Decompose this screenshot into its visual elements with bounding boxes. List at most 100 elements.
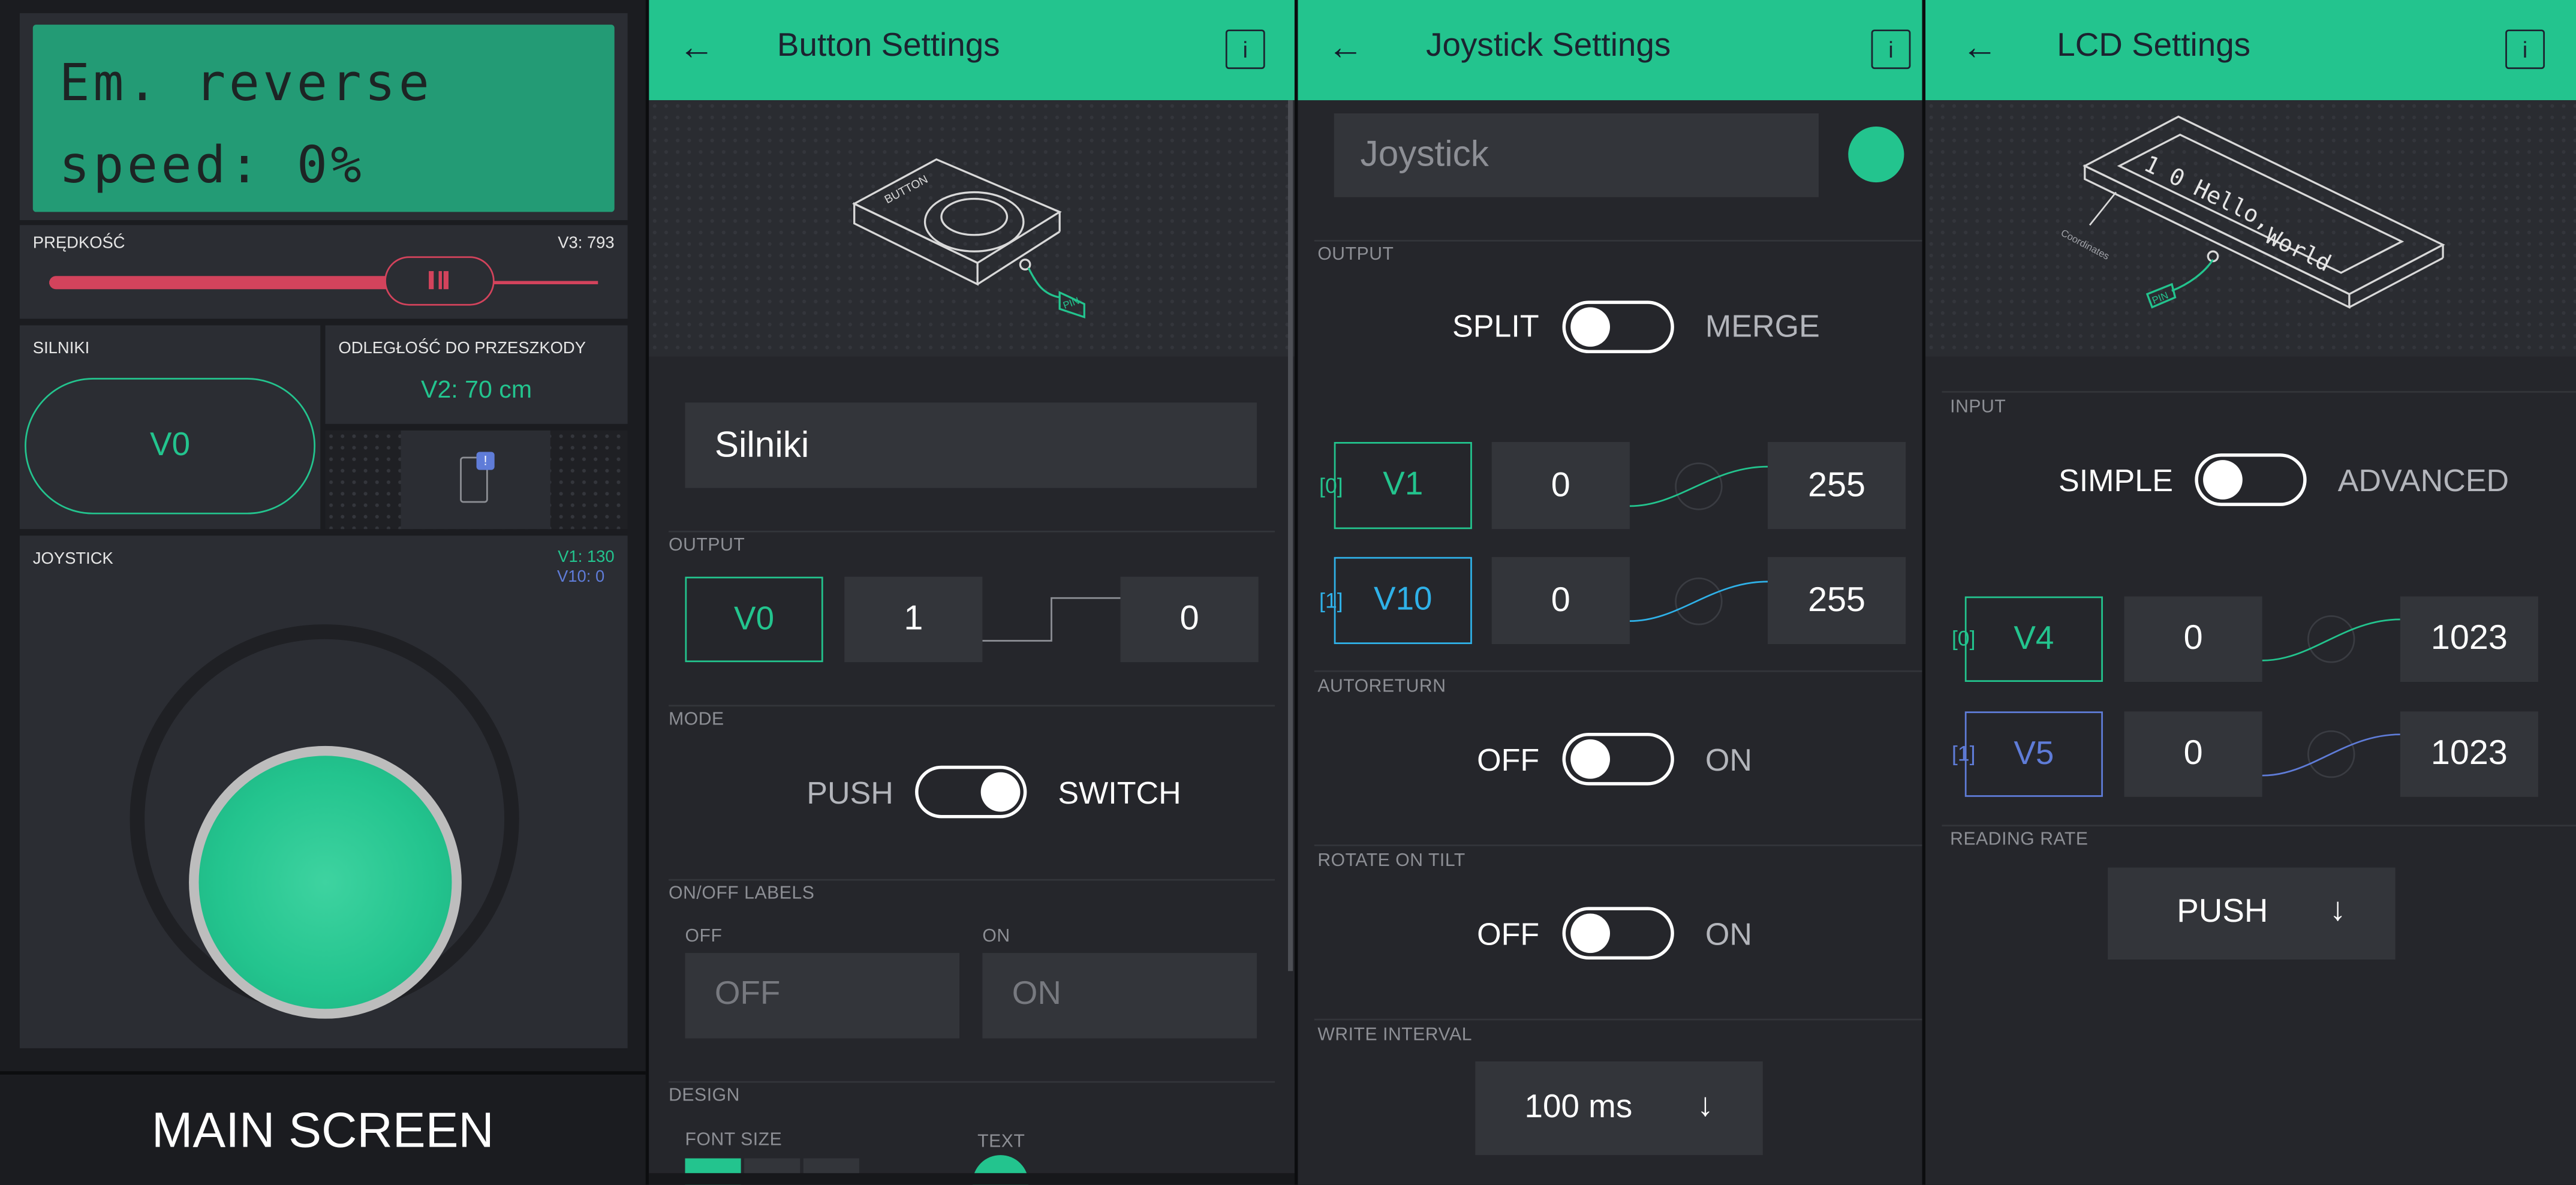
divider	[1314, 240, 1922, 242]
silniki-button-widget: SILNIKI V0	[19, 325, 321, 530]
design-label: DESIGN	[669, 1086, 740, 1106]
output-pin-value: V0	[734, 601, 775, 638]
x-min-value[interactable]: 0	[1491, 442, 1630, 530]
rotate-label: ROTATE ON TILT	[1317, 851, 1465, 871]
divider	[669, 1081, 1275, 1083]
slider-value: V3: 793	[558, 234, 615, 253]
y-min-value[interactable]: 0	[1491, 557, 1630, 645]
pin-selector-x[interactable]: V1	[1334, 442, 1472, 530]
scrollbar[interactable]	[1288, 100, 1293, 972]
y-max-value[interactable]: 255	[1768, 557, 1906, 645]
output-label: OUTPUT	[1317, 245, 1394, 265]
silniki-button[interactable]: V0	[25, 378, 316, 515]
slider-grip-icon	[429, 271, 449, 290]
lcd-illustration-text-1: 1 0 Hello,	[2139, 151, 2276, 236]
info-icon[interactable]: i	[1225, 29, 1265, 70]
font-size-label: FONT SIZE	[685, 1130, 783, 1150]
speed-slider-widget: PRĘDKOŚĆ V3: 793	[19, 225, 628, 319]
input-label: INPUT	[1950, 398, 2006, 417]
distance-value: V2: 70 cm	[421, 376, 532, 404]
on-label-placeholder: ON	[1012, 976, 1061, 1012]
on-label-input[interactable]: ON	[982, 953, 1257, 1039]
silniki-button-label: V0	[150, 427, 191, 464]
lcd-pin-selector-1[interactable]: V5	[1964, 711, 2103, 797]
rotate-off-label: OFF	[1477, 918, 1540, 954]
lcd-settings-title: LCD Settings	[2057, 28, 2251, 64]
button-name-input[interactable]: Silniki	[685, 402, 1257, 488]
autoreturn-on-label: ON	[1705, 744, 1752, 779]
x-max-value[interactable]: 255	[1768, 442, 1906, 530]
distance-widget: ODLEGŁOŚĆ DO PRZESZKODY V2: 70 cm	[325, 325, 628, 424]
joystick-knob[interactable]	[189, 745, 462, 1019]
main-screen-caption-bar: MAIN SCREEN	[0, 1071, 646, 1185]
distance-label: ODLEGŁOŚĆ DO PRZESZKODY	[338, 340, 586, 359]
back-arrow-icon[interactable]: ←	[1328, 26, 1364, 69]
joystick-settings-header: ← Joystick Settings i	[1298, 0, 1922, 101]
slider-handle[interactable]	[384, 256, 495, 306]
button-illustration: BUTTON PIN	[649, 100, 1295, 357]
output-low-value[interactable]: 1	[844, 576, 983, 663]
mode-toggle[interactable]	[915, 765, 1027, 819]
lcd-line-2: speed: 0%	[59, 136, 365, 196]
joystick-color-swatch[interactable]	[1848, 126, 1904, 183]
notification-widget[interactable]: !	[401, 430, 550, 530]
joystick-v10-value: V10: 0	[557, 568, 605, 587]
button-name-value: Silniki	[714, 423, 809, 465]
divider	[1314, 1018, 1922, 1021]
main-screen-panel: Em. reverse speed: 0% PRĘDKOŚĆ V3: 793 S…	[0, 0, 646, 1185]
button-settings-title: Button Settings	[777, 28, 1000, 64]
lcd-line-1: Em. reverse	[59, 54, 433, 114]
slider-fill	[49, 276, 428, 290]
text-color-label: TEXT	[977, 1132, 1025, 1152]
lcd-pin-0-curve	[2262, 615, 2400, 663]
joystick-v1-value: V1: 130	[558, 549, 615, 567]
back-arrow-icon[interactable]: ←	[679, 26, 715, 69]
lcd-pin-1-max[interactable]: 1023	[2400, 711, 2538, 797]
back-arrow-icon[interactable]: ←	[1961, 26, 1997, 69]
mode-label: MODE	[669, 709, 724, 730]
joystick-settings-title: Joystick Settings	[1426, 28, 1671, 64]
lcd-screen: Em. reverse speed: 0%	[32, 25, 615, 212]
autoreturn-toggle[interactable]	[1562, 732, 1674, 786]
mode-switch-label: SWITCH	[1058, 777, 1181, 812]
pin-illustration-label: PIN	[1062, 296, 1081, 311]
reading-rate-dropdown[interactable]: PUSH ↓	[2108, 867, 2396, 960]
lcd-pin-0-max[interactable]: 1023	[2400, 596, 2538, 682]
lcd-pin-0-value: V4	[2014, 621, 2054, 657]
split-merge-toggle[interactable]	[1562, 300, 1674, 354]
output-high-value[interactable]: 0	[1120, 576, 1259, 663]
on-label-caption: ON	[982, 927, 1010, 947]
arrow-down-icon: ↓	[2330, 892, 2346, 928]
info-icon[interactable]: i	[2505, 29, 2545, 70]
bottom-bar	[649, 1173, 1295, 1185]
output-label: OUTPUT	[669, 536, 745, 556]
button-settings-panel: ← Button Settings i BUTTON PIN Silniki O…	[649, 0, 1295, 1185]
pin-selector-y[interactable]: V10	[1334, 557, 1472, 645]
lcd-pin-selector-0[interactable]: V4	[1964, 596, 2103, 682]
joystick-name-placeholder: Joystick	[1360, 133, 1489, 175]
lcd-pin-0-min[interactable]: 0	[2124, 596, 2262, 682]
divider	[1942, 391, 2576, 393]
info-icon[interactable]: i	[1871, 29, 1911, 70]
lcd-illustration: 1 0 Hello, World Coordinates PIN	[1925, 100, 2576, 357]
lcd-settings-panel: ← LCD Settings i 1 0 Hello, World Coordi…	[1925, 0, 2576, 1185]
simple-advanced-toggle[interactable]	[2195, 453, 2307, 506]
merge-label: MERGE	[1705, 310, 1820, 345]
lcd-widget: Em. reverse speed: 0%	[19, 13, 628, 221]
lcd-pin-1-value: V5	[2014, 736, 2054, 772]
off-label-caption: OFF	[685, 927, 723, 947]
pin-y-value: V10	[1374, 581, 1433, 618]
slider-label: PRĘDKOŚĆ	[32, 234, 125, 253]
write-interval-dropdown[interactable]: 100 ms ↓	[1475, 1061, 1763, 1156]
x-curve-graph	[1629, 462, 1768, 510]
rotate-toggle[interactable]	[1562, 907, 1674, 960]
lcd-pin-1-min[interactable]: 0	[2124, 711, 2262, 797]
off-label-input[interactable]: OFF	[685, 953, 960, 1039]
button-illustration-label: BUTTON	[883, 173, 930, 206]
simple-label: SIMPLE	[2058, 465, 2173, 500]
divider	[669, 530, 1275, 533]
output-pin-selector[interactable]: V0	[685, 576, 823, 663]
labels-section-label: ON/OFF LABELS	[669, 884, 815, 904]
pin-x-value: V1	[1383, 467, 1424, 503]
joystick-name-input[interactable]: Joystick	[1334, 113, 1819, 197]
